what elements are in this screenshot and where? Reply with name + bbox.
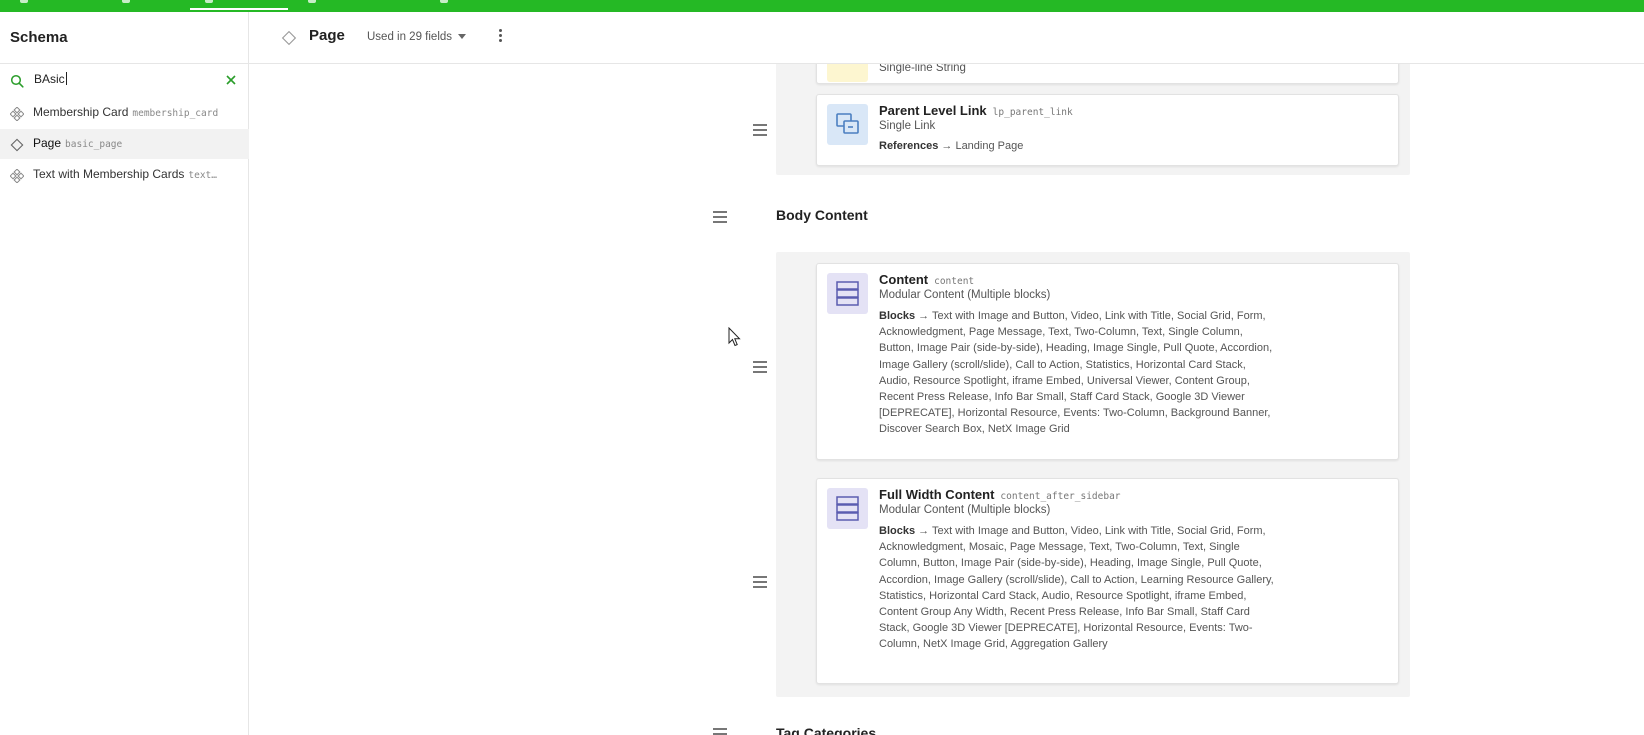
blocks-label: Blocks (879, 310, 916, 322)
nav-icon[interactable] (20, 0, 28, 3)
references-value: → Landing Page (941, 140, 1024, 152)
section-title-tag-categories: Tag Categories (776, 725, 877, 735)
divider (0, 63, 249, 64)
field-type: Single-line String (879, 64, 966, 74)
link-field-icon (827, 104, 868, 145)
drag-handle[interactable] (753, 124, 767, 136)
api-key: basic_page (65, 139, 123, 150)
modular-content-icon (827, 488, 868, 529)
more-options-button[interactable] (495, 29, 505, 45)
field-type: Modular Content (Multiple blocks) (879, 289, 1051, 301)
sidebar-item-label: Membership Card (33, 105, 129, 119)
schema-fields-area: Single-line String Parent Level Link lp_p… (249, 64, 1644, 735)
field-name: Content (879, 272, 929, 287)
model-diamond-icon (281, 30, 297, 46)
chevron-down-icon (458, 34, 467, 39)
field-api-key: content_after_sidebar (1000, 491, 1121, 502)
drag-handle[interactable] (753, 576, 767, 588)
field-card-full-width-content[interactable]: Full Width Content content_after_sidebar … (816, 478, 1399, 684)
used-in-label: Used in 29 fields (367, 31, 453, 43)
field-name: Full Width Content (879, 487, 995, 502)
drag-handle[interactable] (753, 361, 767, 373)
nav-icon[interactable] (440, 0, 448, 3)
nav-icon[interactable] (205, 0, 213, 3)
clear-search-icon[interactable] (225, 74, 237, 86)
blocks-list: → Text with Image and Button, Video, Lin… (879, 525, 1274, 651)
sidebar-item-page[interactable]: Page basic_page (0, 129, 249, 159)
search-input[interactable]: BAsic (34, 72, 67, 86)
modular-content-icon (827, 273, 868, 314)
blocks-list: → Text with Image and Button, Video, Lin… (879, 310, 1273, 436)
nav-icon[interactable] (122, 0, 130, 3)
model-diamond-icon (10, 138, 24, 152)
references-label: References (879, 140, 939, 152)
field-api-key: content (934, 276, 975, 287)
nav-icon[interactable] (308, 0, 316, 3)
field-card-content[interactable]: Content content Modular Content (Multiple… (816, 263, 1399, 460)
sidebar-item-membership-card[interactable]: Membership Card membership_card (0, 98, 249, 128)
blocks-label: Blocks (879, 525, 916, 537)
sidebar-title: Schema (10, 29, 68, 46)
search-icon (10, 74, 24, 88)
api-key: membership_card (132, 108, 219, 119)
field-name: Parent Level Link (879, 103, 987, 118)
drag-handle[interactable] (713, 211, 727, 223)
string-field-icon (827, 64, 868, 82)
app-topbar (0, 0, 1644, 12)
field-card-partial[interactable]: Single-line String (816, 64, 1399, 84)
api-key: text… (188, 170, 217, 181)
page-title: Page (309, 27, 345, 44)
sidebar-item-text-with-membership-cards[interactable]: Text with Membership Cards text… (0, 160, 249, 190)
block-model-icon (10, 169, 24, 183)
block-model-icon (10, 107, 24, 121)
active-tab-indicator (190, 8, 288, 10)
sidebar-item-label: Text with Membership Cards (33, 167, 185, 181)
field-card-parent-level-link[interactable]: Parent Level Link lp_parent_link Single L… (816, 94, 1399, 166)
section-title-body-content: Body Content (776, 207, 868, 223)
schema-sidebar: Schema BAsic Membership Card membership_c… (0, 12, 249, 735)
drag-handle[interactable] (713, 728, 727, 735)
field-api-key: lp_parent_link (992, 107, 1073, 118)
field-type: Single Link (879, 120, 936, 132)
sidebar-item-label: Page (33, 136, 62, 150)
field-type: Modular Content (Multiple blocks) (879, 504, 1051, 516)
schema-search[interactable]: BAsic (0, 66, 249, 94)
used-in-fields-dropdown[interactable]: Used in 29 fields (367, 31, 467, 43)
